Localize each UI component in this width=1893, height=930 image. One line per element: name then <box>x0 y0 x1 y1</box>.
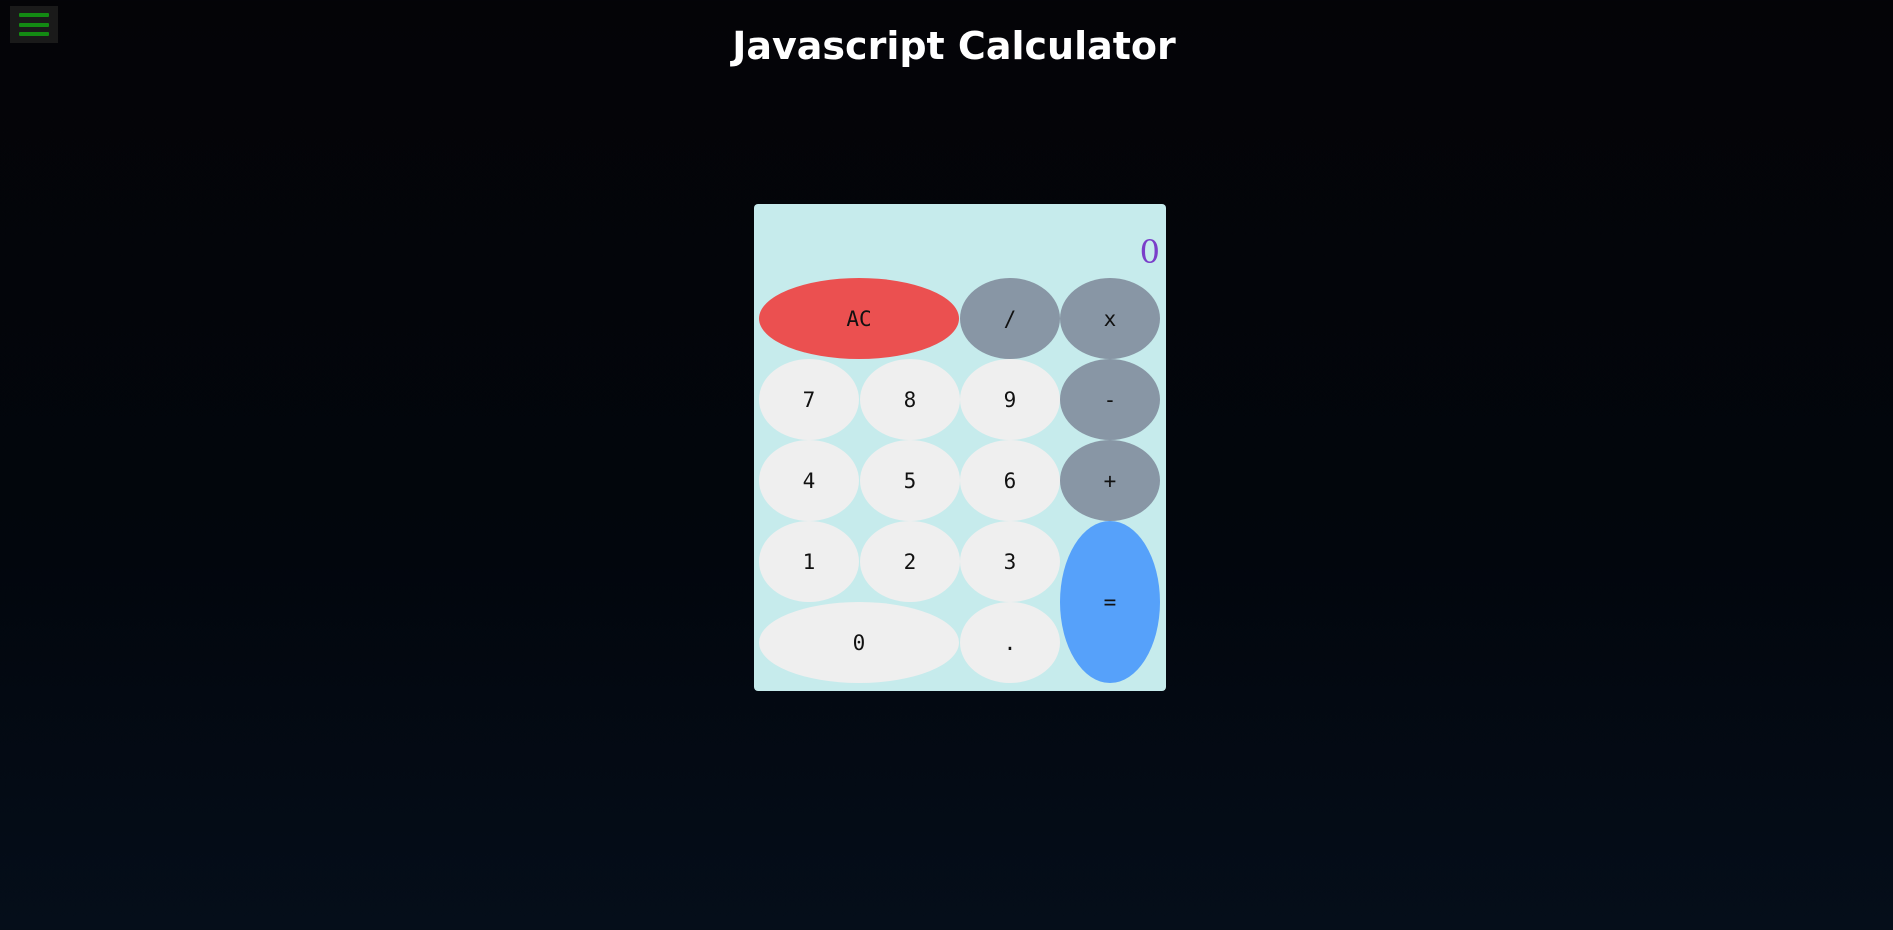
divide-button[interactable]: / <box>960 278 1060 359</box>
page-title: Javascript Calculator <box>732 24 1176 68</box>
digit-8-button[interactable]: 8 <box>860 359 960 440</box>
equals-button[interactable]: = <box>1060 521 1160 683</box>
digit-7-button[interactable]: 7 <box>759 359 859 440</box>
calculator: 0 AC / x 7 8 9 - 4 5 6 + 1 2 3 = 0 . <box>754 204 1166 691</box>
digit-4-button[interactable]: 4 <box>759 440 859 521</box>
hamburger-icon <box>19 13 49 17</box>
add-button[interactable]: + <box>1060 440 1160 521</box>
subtract-button[interactable]: - <box>1060 359 1160 440</box>
digit-2-button[interactable]: 2 <box>860 521 960 602</box>
digit-6-button[interactable]: 6 <box>960 440 1060 521</box>
digit-0-button[interactable]: 0 <box>759 602 959 683</box>
clear-button[interactable]: AC <box>759 278 959 359</box>
decimal-button[interactable]: . <box>960 602 1060 683</box>
digit-3-button[interactable]: 3 <box>960 521 1060 602</box>
digit-5-button[interactable]: 5 <box>860 440 960 521</box>
multiply-button[interactable]: x <box>1060 278 1160 359</box>
digit-9-button[interactable]: 9 <box>960 359 1060 440</box>
calculator-display: 0 <box>1139 233 1160 271</box>
digit-1-button[interactable]: 1 <box>759 521 859 602</box>
